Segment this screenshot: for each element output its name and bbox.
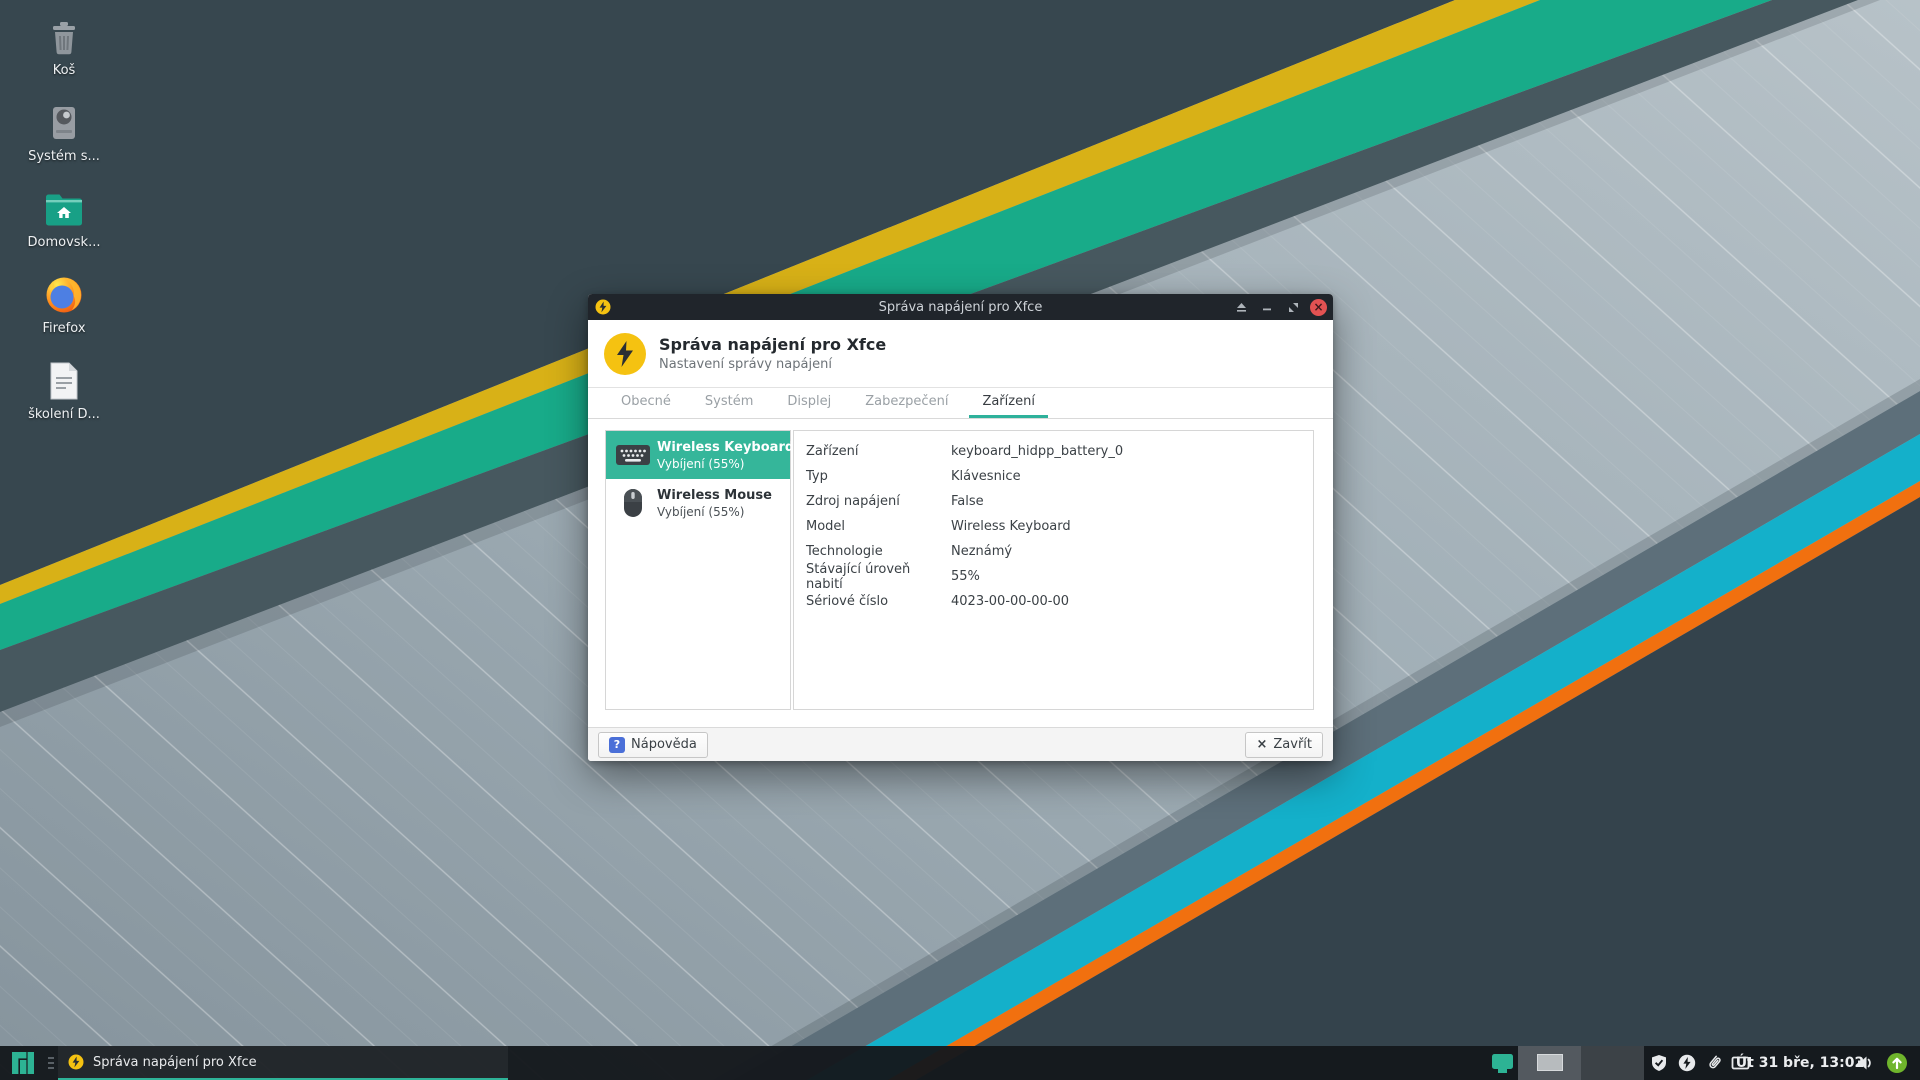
show-desktop-icon[interactable] — [1489, 1046, 1515, 1080]
workspace-window-preview — [1537, 1054, 1563, 1071]
desktop-icon-trash[interactable]: Koš — [20, 16, 108, 78]
device-status: Vybíjení (55%) — [657, 505, 772, 519]
applications-menu-button[interactable] — [0, 1046, 46, 1080]
taskbar-task-button[interactable]: Správa napájení pro Xfce — [58, 1046, 508, 1080]
maximize-button[interactable] — [1284, 298, 1302, 316]
clock[interactable]: Út 31 bře, 13:02 — [1748, 1046, 1852, 1080]
window-header: Správa napájení pro Xfce Nastavení správ… — [588, 320, 1333, 388]
power-manager-window: Správa napájení pro Xfce × — [588, 294, 1333, 761]
desktop-icon-home[interactable]: Domovsk... — [20, 188, 108, 250]
tab-displej[interactable]: Displej — [774, 388, 844, 418]
desktop-icon-label: Firefox — [42, 321, 85, 336]
detail-label: Zdroj napájení — [806, 494, 951, 509]
workspace-pager — [1518, 1046, 1644, 1080]
desktop-icon-column: Koš Systém s... Domovsk... — [20, 16, 108, 446]
close-dialog-button[interactable]: × Zavřít — [1245, 732, 1323, 758]
tab-obecne[interactable]: Obecné — [608, 388, 684, 418]
desktop-icon-label: Domovsk... — [28, 235, 101, 250]
detail-value: keyboard_hidpp_battery_0 — [951, 444, 1123, 459]
detail-label: Sériové číslo — [806, 594, 951, 609]
power-app-icon — [595, 299, 611, 315]
detail-value: Klávesnice — [951, 469, 1021, 484]
detail-row: Model Wireless Keyboard — [794, 514, 1313, 539]
device-list-item-mouse[interactable]: Wireless Mouse Vybíjení (55%) — [606, 479, 790, 527]
home-folder-icon — [43, 188, 85, 230]
dialog-footer: ? Nápověda × Zavřít — [588, 727, 1333, 761]
close-x-icon: × — [1256, 737, 1267, 752]
desktop-icon-filesystem[interactable]: Systém s... — [20, 102, 108, 164]
security-shield-icon[interactable] — [1646, 1046, 1672, 1080]
detail-label: Model — [806, 519, 951, 534]
desktop-icon-document[interactable]: školení D... — [20, 360, 108, 422]
detail-label: Technologie — [806, 544, 951, 559]
power-task-icon — [68, 1054, 84, 1070]
help-button[interactable]: ? Nápověda — [598, 732, 708, 758]
device-name: Wireless Mouse — [657, 488, 772, 503]
detail-value: False — [951, 494, 984, 509]
detail-row: Stávající úroveň nabití 55% — [794, 564, 1313, 589]
dialog-title: Správa napájení pro Xfce — [659, 335, 886, 354]
tab-system[interactable]: Systém — [692, 388, 766, 418]
updates-available-icon[interactable] — [1882, 1046, 1912, 1080]
detail-row: Technologie Neznámý — [794, 539, 1313, 564]
dialog-subtitle: Nastavení správy napájení — [659, 357, 886, 372]
device-list-item-keyboard[interactable]: Wireless Keyboard Vybíjení (55%) — [606, 431, 790, 479]
tab-bar: Obecné Systém Displej Zabezpečení Zaříze… — [588, 388, 1333, 419]
panel-handle — [46, 1046, 56, 1080]
device-list: Wireless Keyboard Vybíjení (55%) Wireles… — [605, 430, 791, 710]
detail-label: Typ — [806, 469, 951, 484]
firefox-icon — [43, 274, 85, 316]
devices-tab-content: Wireless Keyboard Vybíjení (55%) Wireles… — [588, 419, 1333, 727]
desktop-icon-label: školení D... — [28, 407, 100, 422]
detail-label: Zařízení — [806, 444, 951, 459]
taskbar: Správa napájení pro Xfce — [0, 1046, 1920, 1080]
detail-value: Neznámý — [951, 544, 1012, 559]
window-title: Správa napájení pro Xfce — [588, 300, 1333, 315]
task-button-label: Správa napájení pro Xfce — [93, 1055, 257, 1070]
detail-row: Sériové číslo 4023-00-00-00-00 — [794, 589, 1313, 614]
tab-zabezpeceni[interactable]: Zabezpečení — [852, 388, 961, 418]
workspace-2[interactable] — [1581, 1046, 1644, 1080]
desktop-icon-label: Systém s... — [28, 149, 100, 164]
detail-row: Zařízení keyboard_hidpp_battery_0 — [794, 439, 1313, 464]
detail-value: Wireless Keyboard — [951, 519, 1071, 534]
tab-zarizeni[interactable]: Zařízení — [969, 388, 1048, 418]
close-button-label: Zavřít — [1273, 737, 1312, 752]
power-tray-icon[interactable] — [1674, 1046, 1700, 1080]
shade-button[interactable] — [1232, 298, 1250, 316]
device-name: Wireless Keyboard — [657, 440, 784, 455]
volume-icon[interactable] — [1852, 1046, 1878, 1080]
window-titlebar[interactable]: Správa napájení pro Xfce × — [588, 294, 1333, 320]
detail-value: 55% — [951, 569, 980, 584]
keyboard-icon — [613, 442, 653, 468]
hard-disk-icon — [43, 102, 85, 144]
desktop-icon-firefox[interactable]: Firefox — [20, 274, 108, 336]
mouse-icon — [613, 487, 653, 519]
clipboard-paperclip-icon[interactable] — [1701, 1046, 1727, 1080]
workspace-1[interactable] — [1518, 1046, 1581, 1080]
detail-label: Stávající úroveň nabití — [806, 562, 951, 592]
detail-value: 4023-00-00-00-00 — [951, 594, 1069, 609]
detail-row: Typ Klávesnice — [794, 464, 1313, 489]
help-button-label: Nápověda — [631, 737, 697, 752]
detail-row: Zdroj napájení False — [794, 489, 1313, 514]
device-details-panel: Zařízení keyboard_hidpp_battery_0 Typ Kl… — [793, 430, 1314, 710]
power-header-icon — [604, 333, 646, 375]
help-icon: ? — [609, 737, 625, 753]
minimize-button[interactable] — [1258, 298, 1276, 316]
close-button[interactable]: × — [1310, 299, 1327, 316]
desktop-icon-label: Koš — [53, 63, 76, 78]
device-status: Vybíjení (55%) — [657, 457, 784, 471]
manjaro-logo-icon — [12, 1052, 34, 1074]
document-icon — [43, 360, 85, 402]
trash-icon — [43, 16, 85, 58]
